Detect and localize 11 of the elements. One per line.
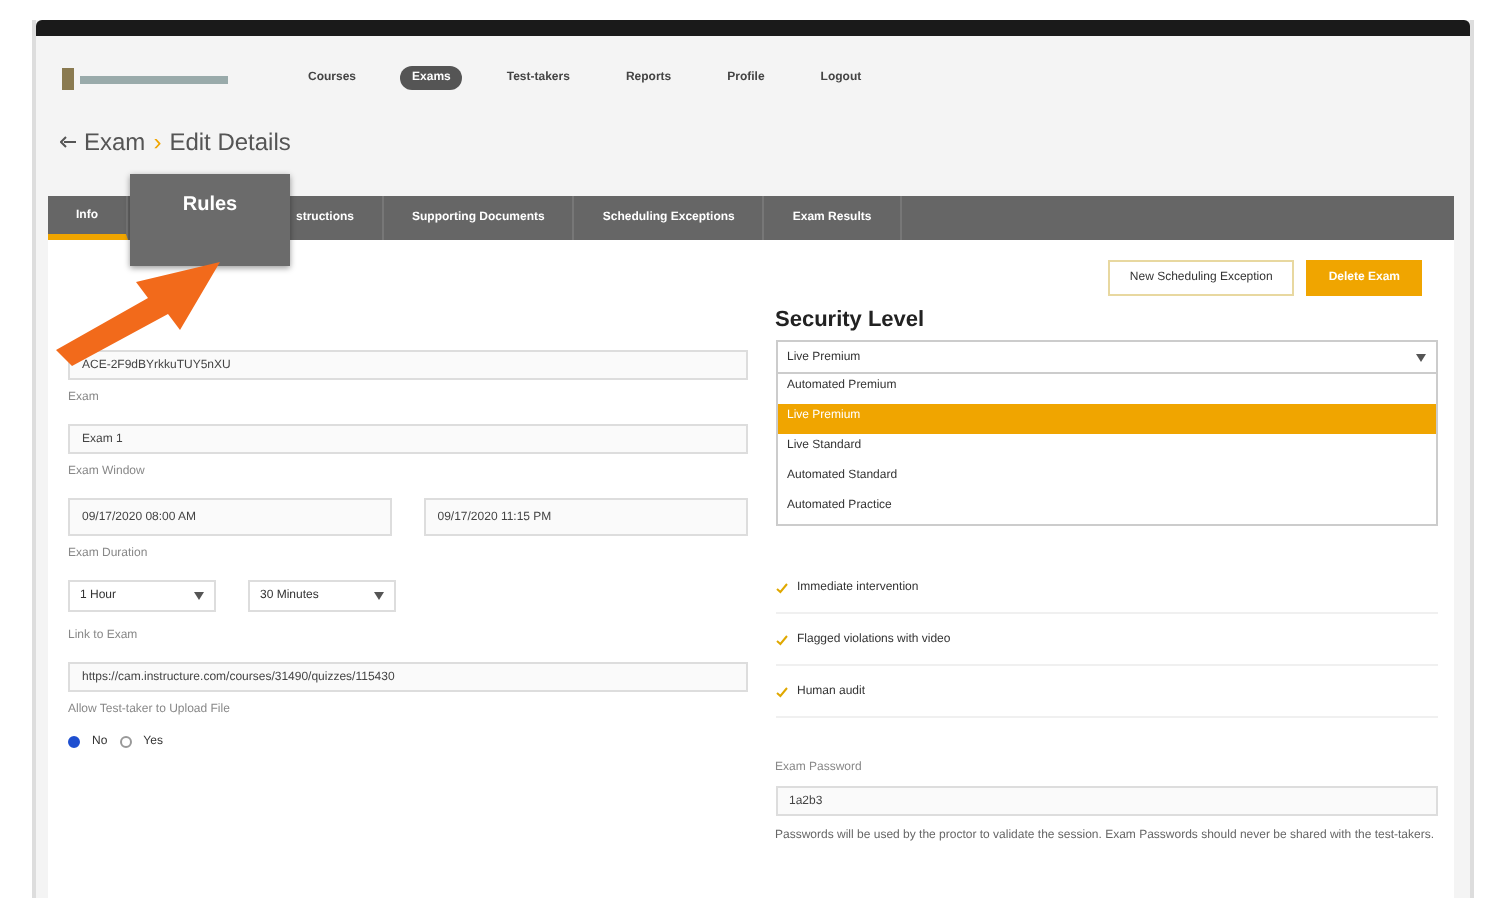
section-heading: Security Level [775,308,927,332]
callout-label: Rules [130,174,290,266]
caret-icon [374,592,384,600]
page-title: Edit Details [169,128,291,156]
radio-button[interactable] [68,736,80,748]
caret-icon [194,592,204,600]
breadcrumb-link[interactable]: Exam [84,128,146,156]
breadcrumb-separator: › [153,128,162,156]
radio-button[interactable] [119,736,132,748]
back-arrow-icon[interactable] [60,136,76,148]
caret-icon [1416,353,1426,361]
